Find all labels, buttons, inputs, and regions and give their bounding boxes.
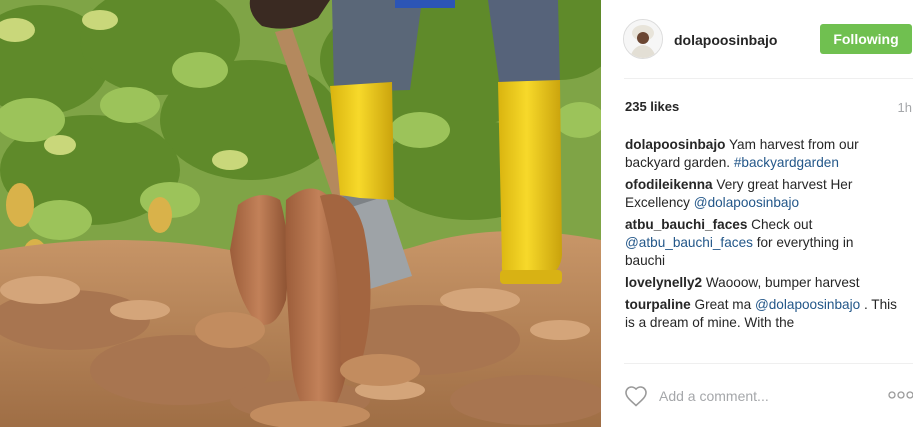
yam-harvest-photo [0, 0, 601, 427]
post-sidebar: dolapoosinbajo Following 235 likes 1h do… [601, 0, 913, 427]
post-timestamp[interactable]: 1h [898, 100, 912, 115]
comment-mention[interactable]: @dolapoosinbajo [694, 195, 799, 210]
comment-username[interactable]: lovelynelly2 [625, 275, 702, 290]
comment-text: Great ma [690, 297, 755, 312]
comment-text: Check out [747, 217, 813, 232]
comment-username[interactable]: atbu_bauchi_faces [625, 217, 747, 232]
likes-row: 235 likes 1h [625, 99, 912, 117]
avatar-image [624, 20, 662, 58]
profile-avatar[interactable] [623, 19, 663, 59]
caption-username[interactable]: dolapoosinbajo [625, 137, 725, 152]
comment-text: Waooow, bumper harvest [702, 275, 860, 290]
comment-mention[interactable]: @dolapoosinbajo [755, 297, 860, 312]
comment: tourpaline Great ma @dolapoosinbajo . Th… [625, 296, 897, 332]
comment-username[interactable]: ofodileikenna [625, 177, 713, 192]
heart-outline-icon[interactable] [624, 385, 648, 407]
comment-bar [601, 364, 913, 427]
post-header: dolapoosinbajo Following [601, 0, 913, 78]
comment: atbu_bauchi_faces Check out @atbu_bauchi… [625, 216, 897, 270]
instagram-post-view: dolapoosinbajo Following 235 likes 1h do… [0, 0, 913, 427]
comments-list: dolapoosinbajo Yam harvest from our back… [625, 136, 897, 358]
ellipsis-icon[interactable] [888, 390, 913, 400]
post-username[interactable]: dolapoosinbajo [674, 32, 777, 48]
add-comment-input[interactable] [659, 386, 859, 406]
comment-username[interactable]: tourpaline [625, 297, 691, 312]
comment: lovelynelly2 Waooow, bumper harvest [625, 274, 897, 292]
post-photo[interactable] [0, 0, 601, 427]
comment-mention[interactable]: @atbu_bauchi_faces [625, 235, 753, 250]
following-button[interactable]: Following [820, 24, 912, 54]
like-count[interactable]: 235 likes [625, 99, 679, 114]
caption-hashtag[interactable]: #backyardgarden [734, 155, 839, 170]
comment: ofodileikenna Very great harvest Her Exc… [625, 176, 897, 212]
caption: dolapoosinbajo Yam harvest from our back… [625, 136, 897, 172]
header-divider [624, 78, 913, 79]
